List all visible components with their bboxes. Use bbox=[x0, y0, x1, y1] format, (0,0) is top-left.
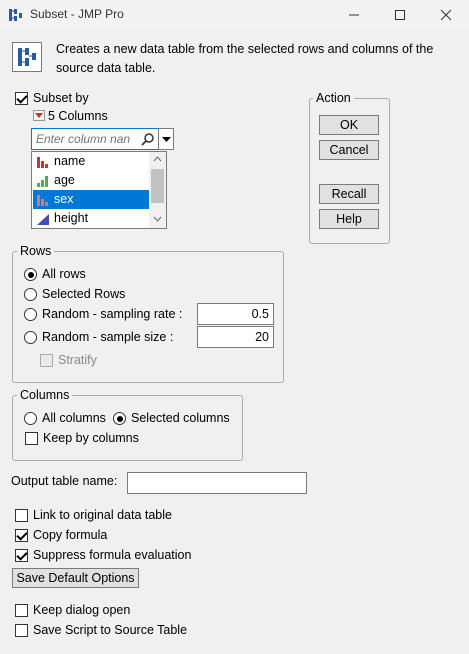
chevron-down-icon bbox=[162, 137, 171, 142]
all-rows-label: All rows bbox=[42, 267, 86, 281]
column-item-label: name bbox=[54, 154, 86, 168]
sample-size-input[interactable]: 20 bbox=[197, 326, 274, 348]
column-search-input[interactable] bbox=[34, 130, 138, 148]
column-item-age[interactable]: age bbox=[33, 171, 149, 190]
selected-columns-label: Selected columns bbox=[131, 411, 230, 425]
close-button[interactable] bbox=[423, 0, 469, 30]
disclosure-triangle-icon[interactable] bbox=[33, 110, 45, 121]
selected-rows-radio[interactable] bbox=[24, 288, 37, 301]
random-rate-label: Random - sampling rate : bbox=[42, 307, 183, 321]
subset-icon bbox=[12, 42, 42, 72]
close-icon bbox=[440, 9, 452, 21]
columns-group-title: Columns bbox=[17, 388, 73, 402]
recall-button[interactable]: Recall bbox=[319, 184, 379, 204]
columns-count: 5 Columns bbox=[48, 109, 108, 123]
title-bar: Subset - JMP Pro bbox=[0, 0, 469, 30]
minimize-icon bbox=[349, 14, 359, 16]
column-item-label: sex bbox=[54, 192, 74, 206]
save-default-options-button[interactable]: Save Default Options bbox=[12, 568, 139, 588]
suppress-formula-label: Suppress formula evaluation bbox=[33, 548, 192, 562]
ok-button[interactable]: OK bbox=[319, 115, 379, 135]
save-script-checkbox[interactable] bbox=[15, 624, 28, 637]
continuous-icon bbox=[37, 214, 49, 225]
scroll-down-icon[interactable] bbox=[153, 216, 162, 222]
random-size-radio[interactable] bbox=[24, 331, 37, 344]
maximize-icon bbox=[395, 10, 405, 20]
scroll-up-icon[interactable] bbox=[153, 156, 162, 162]
column-search-box[interactable] bbox=[31, 128, 159, 150]
rows-group-title: Rows bbox=[17, 244, 55, 258]
column-item-label: height bbox=[54, 211, 89, 225]
column-item-label: age bbox=[54, 173, 75, 187]
selected-columns-radio[interactable] bbox=[113, 412, 126, 425]
column-item-height[interactable]: height bbox=[33, 209, 149, 228]
cancel-button[interactable]: Cancel bbox=[319, 140, 379, 160]
nominal-icon bbox=[37, 195, 48, 206]
search-options-dropdown[interactable] bbox=[158, 128, 174, 150]
maximize-button[interactable] bbox=[377, 0, 423, 30]
random-rate-radio[interactable] bbox=[24, 308, 37, 321]
copy-formula-label: Copy formula bbox=[33, 528, 108, 542]
column-item-name[interactable]: name bbox=[33, 152, 149, 171]
keep-by-columns-label: Keep by columns bbox=[43, 431, 139, 445]
suppress-formula-checkbox[interactable] bbox=[15, 549, 28, 562]
column-list-scrollbar[interactable] bbox=[149, 152, 166, 228]
keep-dialog-open-label: Keep dialog open bbox=[33, 603, 131, 617]
random-size-label: Random - sample size : bbox=[42, 330, 174, 344]
all-rows-radio[interactable] bbox=[24, 268, 37, 281]
keep-by-columns-checkbox[interactable] bbox=[25, 432, 38, 445]
column-list[interactable]: name age sex height bbox=[31, 151, 167, 229]
copy-formula-checkbox[interactable] bbox=[15, 529, 28, 542]
stratify-label: Stratify bbox=[58, 353, 97, 367]
link-original-label: Link to original data table bbox=[33, 508, 172, 522]
all-columns-label: All columns bbox=[42, 411, 106, 425]
help-button[interactable]: Help bbox=[319, 209, 379, 229]
sampling-rate-input[interactable]: 0.5 bbox=[197, 303, 274, 325]
search-icon[interactable] bbox=[141, 132, 155, 146]
selected-rows-label: Selected Rows bbox=[42, 287, 126, 301]
all-columns-radio[interactable] bbox=[24, 412, 37, 425]
window-title: Subset - JMP Pro bbox=[30, 7, 124, 21]
scroll-thumb[interactable] bbox=[151, 169, 164, 203]
keep-dialog-open-checkbox[interactable] bbox=[15, 604, 28, 617]
ordinal-icon bbox=[37, 176, 48, 187]
jmp-app-icon bbox=[9, 9, 22, 21]
nominal-icon bbox=[37, 157, 48, 168]
subset-by-label: Subset by bbox=[33, 91, 89, 105]
output-table-label: Output table name: bbox=[11, 474, 118, 488]
stratify-checkbox[interactable] bbox=[40, 354, 53, 367]
action-group-title: Action bbox=[313, 91, 354, 105]
dialog-description: Creates a new data table from the select… bbox=[56, 42, 434, 75]
save-script-label: Save Script to Source Table bbox=[33, 623, 188, 637]
subset-by-checkbox[interactable] bbox=[15, 92, 28, 105]
link-original-checkbox[interactable] bbox=[15, 509, 28, 522]
minimize-button[interactable] bbox=[331, 0, 377, 30]
columns-group bbox=[12, 395, 243, 461]
output-table-input[interactable] bbox=[127, 472, 307, 494]
column-item-sex[interactable]: sex bbox=[33, 190, 149, 209]
